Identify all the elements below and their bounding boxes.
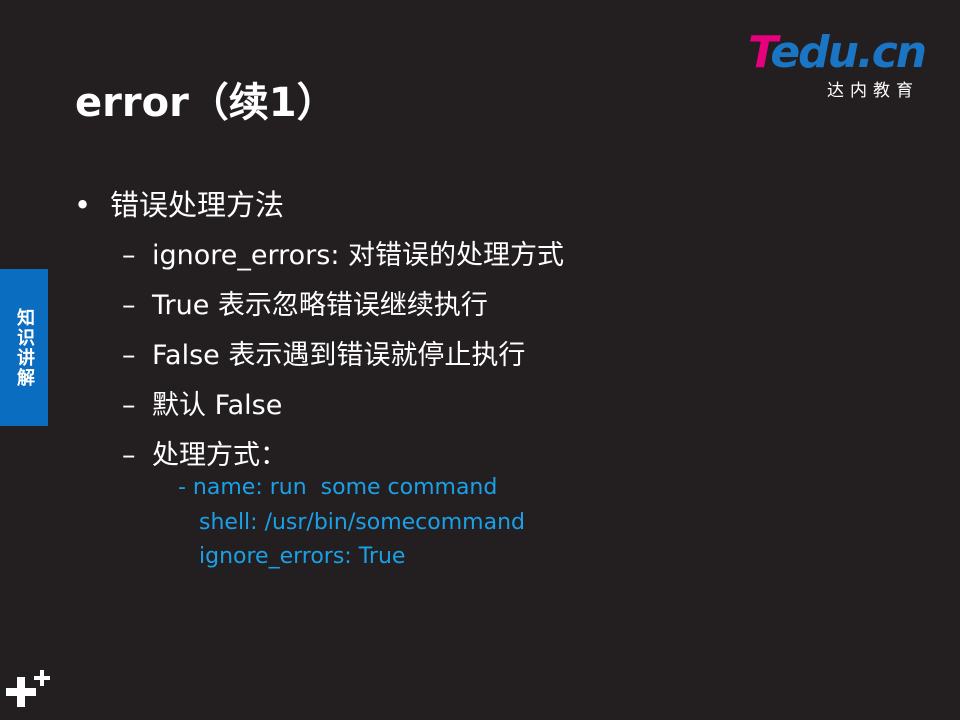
dash: – <box>122 290 136 321</box>
sub-item-text: ignore_errors: 对错误的处理方式 <box>152 240 565 271</box>
sub-item-text: True 表示忽略错误继续执行 <box>152 290 488 321</box>
sub-item: – 处理方式： <box>122 433 287 472</box>
logo-letter-t: T <box>748 27 772 78</box>
sub-item: – 默认 False <box>122 383 282 422</box>
code-line: - name: run some command <box>178 475 498 500</box>
dash: – <box>122 440 136 471</box>
logo-wordmark: Tedu.cn <box>748 27 927 78</box>
plus-icon <box>6 670 50 707</box>
dash: – <box>122 340 136 371</box>
code-line: ignore_errors: True <box>199 544 406 569</box>
side-tab: 知识讲解 <box>0 269 48 426</box>
sub-item-text: False 表示遇到错误就停止执行 <box>152 340 526 371</box>
sub-item: – True 表示忽略错误继续执行 <box>122 283 488 322</box>
side-tab-label: 知识讲解 <box>14 307 35 388</box>
logo-subtitle: 达内教育 <box>827 81 919 101</box>
sub-item-text: 默认 False <box>152 390 283 421</box>
heading-text: 错误处理方法 <box>110 188 285 222</box>
dash: – <box>122 390 136 421</box>
tedu-logo: Tedu.cn 达内教育 <box>748 27 933 102</box>
slide-title: error（续1） <box>75 80 337 126</box>
sub-item-text: 处理方式： <box>152 440 287 471</box>
sub-item: – False 表示遇到错误就停止执行 <box>122 333 525 372</box>
code-line: shell: /usr/bin/somecommand <box>199 510 525 535</box>
bullet-dot: • <box>74 188 92 222</box>
bullet-heading: • 错误处理方法 <box>74 182 284 224</box>
dash: – <box>122 240 136 271</box>
sub-item: – ignore_errors: 对错误的处理方式 <box>122 233 564 272</box>
logo-letters-rest: edu.cn <box>770 27 927 78</box>
